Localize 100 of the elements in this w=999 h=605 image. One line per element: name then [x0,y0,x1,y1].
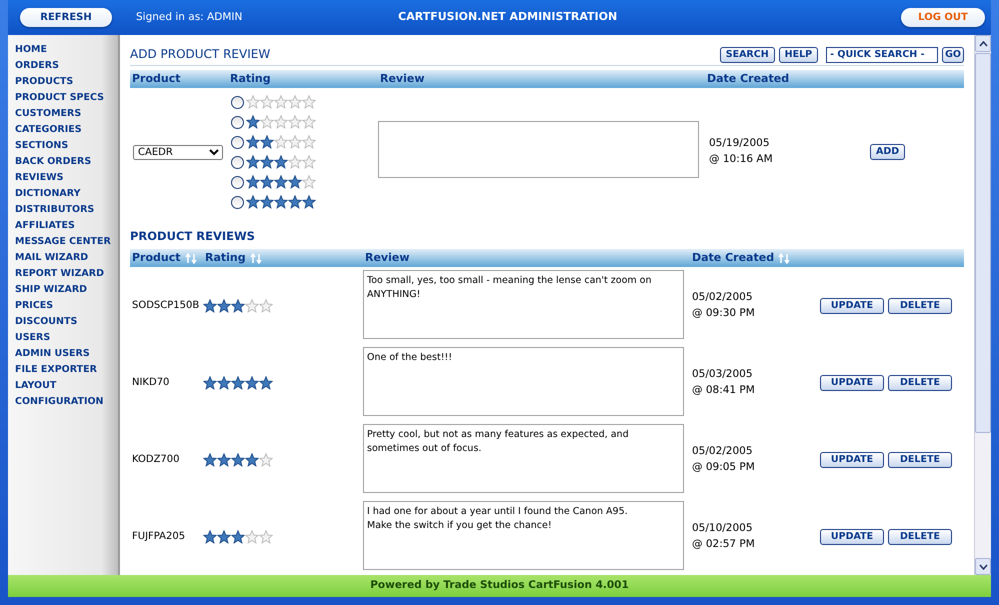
empty-star-icon [259,298,273,313]
sidebar-link[interactable]: REPORT WIZARD [15,266,104,282]
sidebar-link[interactable]: PRODUCTS [15,74,74,90]
date-text: 05/03/2005 [692,367,754,382]
toolbar-button[interactable]: SEARCH [720,47,775,63]
review-field[interactable]: Too small, yes, too small - meaning the lense can't zoom on ANYTHING! [363,270,684,339]
column-header: Rating [229,70,272,87]
empty-star-icon [245,298,259,313]
time-text: @ 02:57 PM [692,536,756,552]
star-icon [231,298,245,313]
star-icon [274,195,288,209]
sidebar-link[interactable]: DICTIONARY [15,186,80,202]
scroll-up-button[interactable] [975,35,991,52]
product-code: FUJFPA205 [132,531,186,542]
sidebar-link[interactable]: HOME [15,42,47,58]
sidebar-link[interactable]: CUSTOMERS [15,106,82,122]
rating-radio[interactable] [231,116,244,128]
star-icon [246,175,260,189]
update-button[interactable]: UPDATE [820,528,884,545]
sidebar-link[interactable]: SHIP WIZARD [15,282,88,298]
scroll-thumb[interactable] [975,53,991,433]
sidebar-link[interactable]: DISTRIBUTORS [15,202,94,218]
date-text: 05/02/2005 [692,444,754,459]
star-icon [259,376,273,390]
sidebar-link[interactable]: PRICES [15,298,54,314]
star-icon [260,135,274,149]
star-icon [245,452,259,467]
rating-radio[interactable] [231,96,244,108]
star-icon [246,195,260,209]
star-icon [246,115,260,129]
sidebar-link[interactable]: REVIEWS [15,170,64,186]
star-icon [274,175,288,189]
delete-button[interactable]: DELETE [888,528,952,545]
footer-text: Powered by Trade Studios CartFusion 4.001 [370,578,629,594]
star-icon [246,155,260,169]
column-header: Review [379,70,426,87]
chevron-down-icon [978,564,988,570]
review-field[interactable]: One of the best!!! [363,346,684,416]
refresh-button[interactable]: REFRESH [20,8,112,27]
sidebar-link[interactable]: MESSAGE CENTER [15,234,111,250]
star-icon [203,298,217,313]
sidebar-link[interactable]: DISCOUNTS [15,314,78,330]
delete-button[interactable]: DELETE [888,298,952,314]
star-icon [231,452,245,467]
sidebar-link[interactable]: ORDERS [15,58,59,74]
star-icon [260,175,274,189]
sidebar-link[interactable]: USERS [15,330,50,346]
time-text: @ 09:05 PM [692,460,756,475]
go-button[interactable]: GO [942,47,964,63]
sidebar-link[interactable]: BACK ORDERS [15,154,92,170]
sidebar-link[interactable]: LAYOUT [15,378,56,394]
update-button[interactable]: UPDATE [820,374,884,391]
column-header: Review [365,250,410,266]
delete-button[interactable]: DELETE [888,452,952,468]
scroll-down-button[interactable] [975,558,991,575]
star-icon [203,452,217,467]
star-icon [231,376,245,390]
review-field[interactable]: Pretty cool, but not as many features as expected, and sometimes out of focus. [363,424,684,493]
sidebar-link[interactable]: CATEGORIES [15,122,82,138]
delete-button[interactable]: DELETE [888,374,952,391]
sidebar-link[interactable]: FILE EXPORTER [15,362,97,378]
date-text: 05/02/2005 [692,290,754,305]
sidebar-link[interactable]: AFFILIATES [15,218,75,234]
rating-radio[interactable] [231,156,244,168]
toolbar-button[interactable]: HELP [778,47,818,63]
rating-radio[interactable] [231,136,244,148]
product-code: NIKD70 [132,377,170,388]
add-button[interactable]: ADD [870,144,906,160]
update-button[interactable]: UPDATE [820,298,884,314]
sidebar-link[interactable]: MAIL WIZARD [15,250,88,266]
rating-radio[interactable] [231,176,244,188]
time-text: @ 10:16 AM [709,152,774,167]
star-icon [217,298,231,313]
update-button[interactable]: UPDATE [820,452,884,468]
review-field[interactable]: I had one for about a year until I found the Canon A95. Make the switch if you get the chance! [363,500,684,570]
star-icon [288,195,302,209]
star-icon [203,376,217,390]
sidebar-link[interactable]: PRODUCT SPECS [15,90,104,106]
column-header[interactable]: Rating [205,250,246,266]
chevron-up-icon [978,40,988,46]
review-field[interactable] [378,121,699,178]
column-header[interactable]: Product [132,250,181,266]
star-icon [217,452,231,467]
star-icon [274,155,288,169]
sidebar-link[interactable]: CONFIGURATION [15,394,104,410]
time-text: @ 09:30 PM [692,306,756,321]
empty-star-icon [259,530,273,544]
column-header[interactable]: Date Created [692,250,774,266]
product-code: KODZ700 [132,454,180,466]
star-icon [231,530,245,544]
product-select[interactable]: CAEDR [133,144,223,160]
rating-radio[interactable] [231,196,244,208]
time-text: @ 08:41 PM [692,382,756,398]
quick-search-field[interactable]: - QUICK SEARCH - [826,47,938,63]
sidebar-link[interactable]: SECTIONS [15,138,68,154]
star-icon [302,195,316,209]
sidebar-link[interactable]: ADMIN USERS [15,346,90,362]
date-text: 05/19/2005 [709,136,771,152]
star-icon [217,376,231,390]
section-title: PRODUCT REVIEWS [130,228,255,245]
